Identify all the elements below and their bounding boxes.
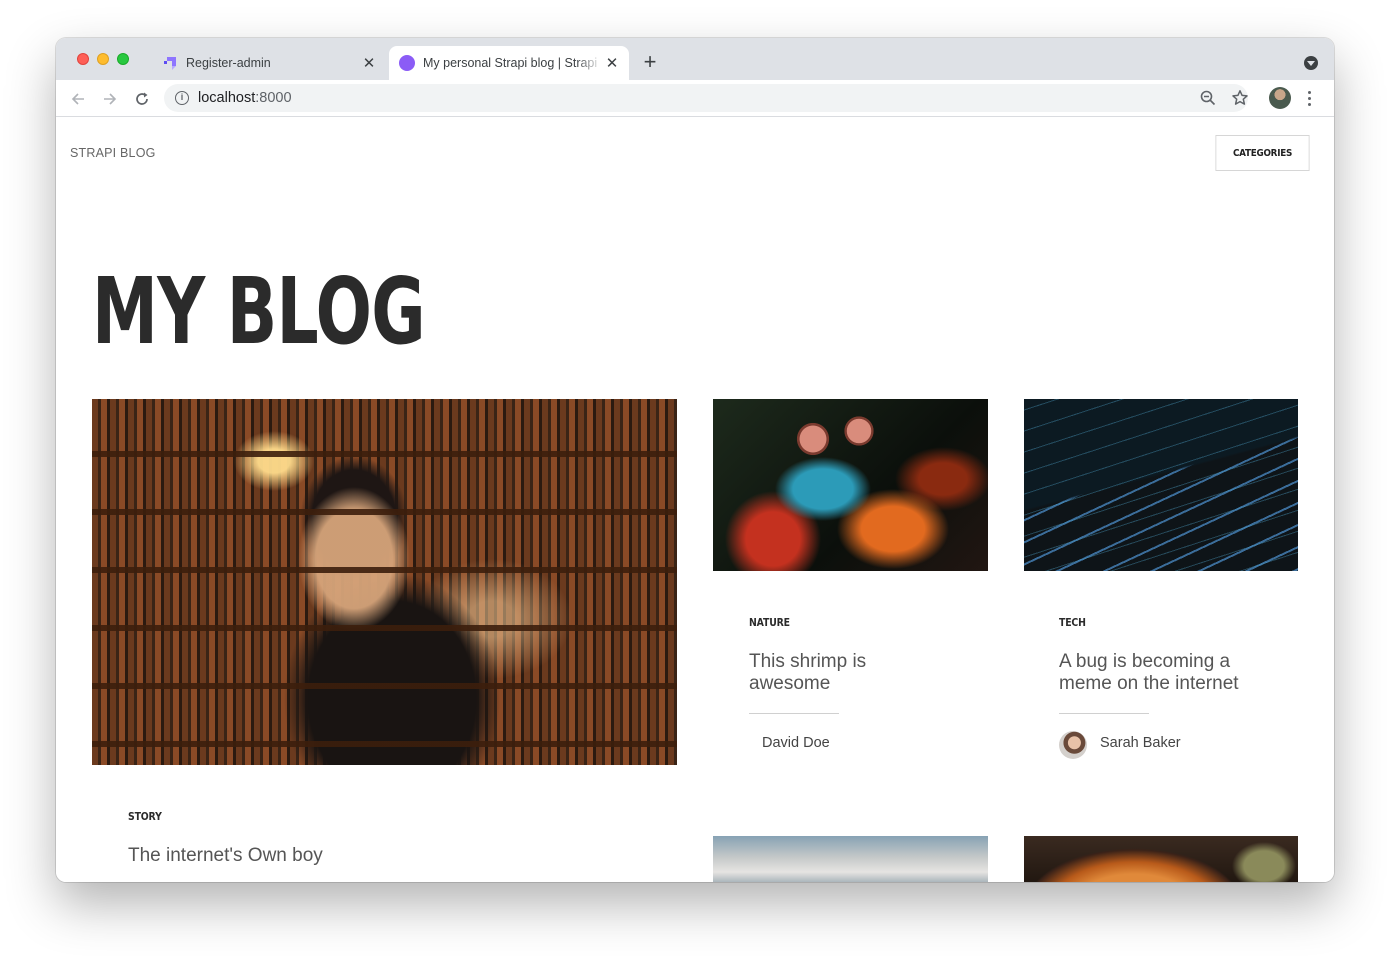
reload-icon [136, 92, 148, 105]
site-info-icon[interactable]: i [175, 91, 189, 105]
tab-title: Register-admin [186, 56, 271, 70]
article-author: Sarah Baker [1100, 735, 1181, 751]
tab-close-icon[interactable]: ✕ [360, 54, 378, 72]
reload-button[interactable] [131, 88, 153, 110]
zoom-icon[interactable] [1199, 89, 1217, 107]
tab-close-icon[interactable]: ✕ [603, 54, 621, 72]
tab-strapi-blog[interactable]: My personal Strapi blog | Strapi ✕ [389, 46, 629, 80]
categories-button[interactable]: CATEGORIES [1215, 135, 1310, 171]
article-title[interactable]: The internet's Own boy [128, 845, 528, 867]
url-port: :8000 [255, 90, 292, 106]
url-host: localhost [198, 90, 256, 106]
article-image-sky[interactable] [713, 836, 988, 882]
profile-avatar[interactable] [1269, 87, 1291, 109]
article-category: TECH [1059, 616, 1086, 629]
forward-button[interactable] [99, 88, 121, 110]
arrow-right-icon [104, 93, 117, 105]
author-avatar [1059, 731, 1087, 759]
divider [1059, 713, 1149, 714]
purple-circle-icon [399, 55, 415, 71]
arrow-left-icon [71, 93, 84, 105]
divider [749, 713, 839, 714]
article-category: NATURE [749, 616, 790, 629]
article-author: David Doe [762, 735, 830, 751]
browser-toolbar: i localhost:8000 [56, 80, 1334, 117]
url-text: localhost:8000 [198, 90, 292, 106]
close-window-button[interactable] [77, 53, 89, 65]
article-image-pizza[interactable] [1024, 836, 1298, 882]
browser-menu-icon[interactable] [1308, 91, 1312, 109]
tab-strip: Register-admin ✕ My personal Strapi blog… [56, 38, 1334, 80]
address-bar[interactable]: i localhost:8000 [164, 84, 1248, 112]
article-image-mantis-shrimp[interactable] [713, 399, 988, 571]
page-title: MY BLOG [92, 258, 426, 365]
article-title[interactable]: A bug is becoming a meme on the internet [1059, 651, 1279, 695]
article-image-laptop-code[interactable] [1024, 399, 1298, 571]
web-page: STRAPI BLOG CATEGORIES MY BLOG STORY The… [56, 118, 1334, 882]
article-title[interactable]: This shrimp is awesome [749, 651, 929, 695]
site-brand-link[interactable]: STRAPI BLOG [70, 146, 156, 160]
tab-register-admin[interactable]: Register-admin ✕ [152, 46, 386, 80]
new-tab-button[interactable]: + [639, 51, 661, 74]
minimize-window-button[interactable] [97, 53, 109, 65]
tab-title: My personal Strapi blog | Strapi [423, 56, 598, 70]
article-category: STORY [128, 810, 162, 823]
tab-search-icon[interactable] [1304, 56, 1318, 70]
bookmark-star-icon[interactable] [1231, 89, 1249, 107]
strapi-logo-icon [164, 57, 176, 70]
browser-window: Register-admin ✕ My personal Strapi blog… [56, 38, 1334, 882]
back-button[interactable] [67, 88, 89, 110]
article-image-man-reading[interactable] [92, 399, 677, 765]
zoom-window-button[interactable] [117, 53, 129, 65]
